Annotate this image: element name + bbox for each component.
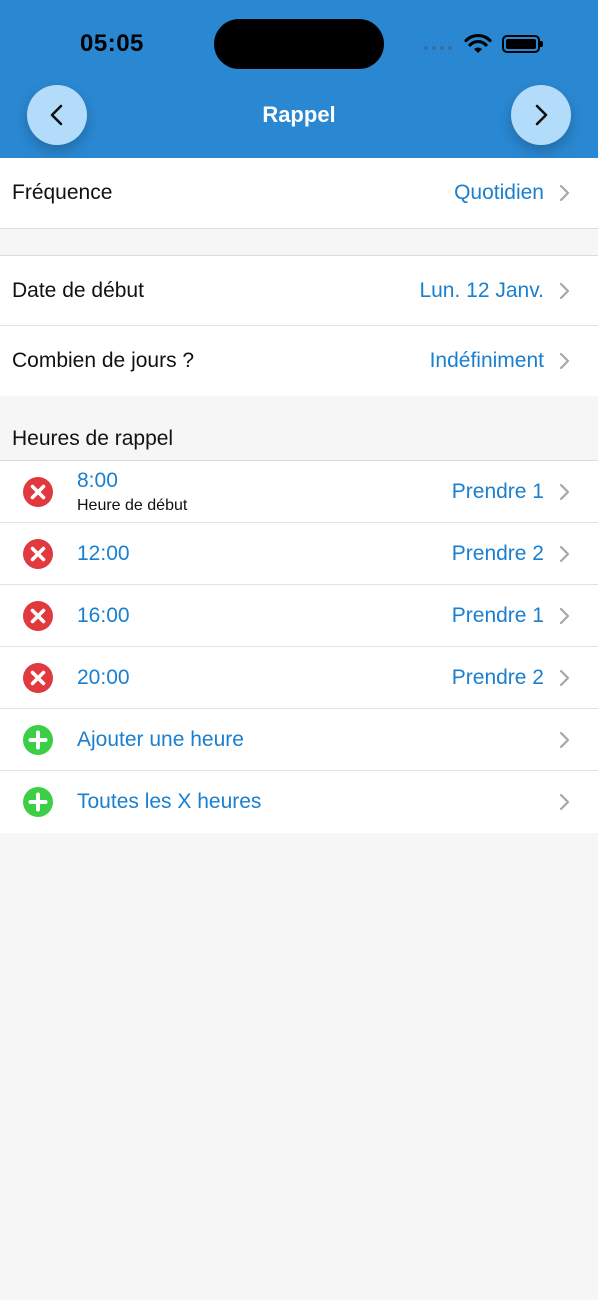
reminder-time: 16:00 [77, 603, 130, 627]
every-x-hours-row[interactable]: Toutes les X heures [0, 771, 598, 833]
reminder-time-row[interactable]: 8:00 Heure de début Prendre 1 [0, 461, 598, 523]
duration-label: Combien de jours ? [12, 349, 195, 372]
frequency-row[interactable]: Fréquence Quotidien [0, 158, 598, 228]
reminder-time-row[interactable]: 20:00 Prendre 2 [0, 647, 598, 709]
chevron-right-icon [559, 545, 570, 562]
reminder-time-subtitle: Heure de début [77, 496, 188, 514]
reminder-dose: Prendre 1 [451, 479, 544, 503]
reminder-time: 12:00 [77, 541, 130, 565]
duration-value: Indéfiniment [429, 349, 544, 372]
schedule-section: Date de début Lun. 12 Janv. Combien de j… [0, 256, 598, 396]
signal-icon [424, 46, 452, 50]
chevron-right-icon [559, 483, 570, 500]
frequency-value: Quotidien [454, 181, 544, 204]
page-title: Rappel [262, 102, 336, 127]
duration-row[interactable]: Combien de jours ? Indéfiniment [0, 326, 598, 396]
battery-icon [502, 35, 543, 53]
start-date-row[interactable]: Date de début Lun. 12 Janv. [0, 256, 598, 326]
forward-button[interactable] [511, 85, 571, 145]
reminder-dose: Prendre 1 [451, 603, 544, 627]
add-time-label: Ajouter une heure [77, 727, 244, 751]
delete-icon[interactable] [22, 600, 54, 632]
add-time-row[interactable]: Ajouter une heure [0, 709, 598, 771]
reminder-time-row[interactable]: 16:00 Prendre 1 [0, 585, 598, 647]
chevron-right-icon [559, 669, 570, 686]
reminder-times-list: 8:00 Heure de début Prendre 1 12:00 Pren… [0, 461, 598, 833]
start-date-label: Date de début [12, 278, 144, 302]
reminder-times-header: Heures de rappel [12, 427, 174, 450]
chevron-right-icon [559, 184, 570, 202]
navigation-header: 05:05 Rappel [0, 0, 598, 158]
chevron-right-icon [559, 793, 570, 811]
dynamic-island [214, 19, 384, 69]
reminder-time: 20:00 [77, 665, 130, 689]
wifi-icon [464, 33, 492, 53]
reminder-time-row[interactable]: 12:00 Prendre 2 [0, 523, 598, 585]
chevron-right-icon [535, 104, 548, 126]
reminder-time: 8:00 [77, 468, 118, 492]
status-icons [424, 32, 543, 56]
start-date-value: Lun. 12 Janv. [419, 278, 544, 302]
status-time: 05:05 [80, 30, 144, 57]
chevron-right-icon [559, 352, 570, 370]
every-x-hours-label: Toutes les X heures [77, 790, 262, 813]
divider [0, 228, 598, 229]
frequency-label: Fréquence [12, 181, 113, 204]
add-icon[interactable] [22, 786, 54, 818]
reminder-dose: Prendre 2 [451, 665, 544, 689]
chevron-right-icon [559, 731, 570, 748]
chevron-right-icon [559, 607, 570, 624]
delete-icon[interactable] [22, 662, 54, 694]
delete-icon[interactable] [22, 476, 54, 508]
frequency-section: Fréquence Quotidien [0, 158, 598, 228]
chevron-right-icon [559, 282, 570, 299]
delete-icon[interactable] [22, 538, 54, 570]
reminder-dose: Prendre 2 [451, 541, 544, 565]
add-icon[interactable] [22, 724, 54, 756]
